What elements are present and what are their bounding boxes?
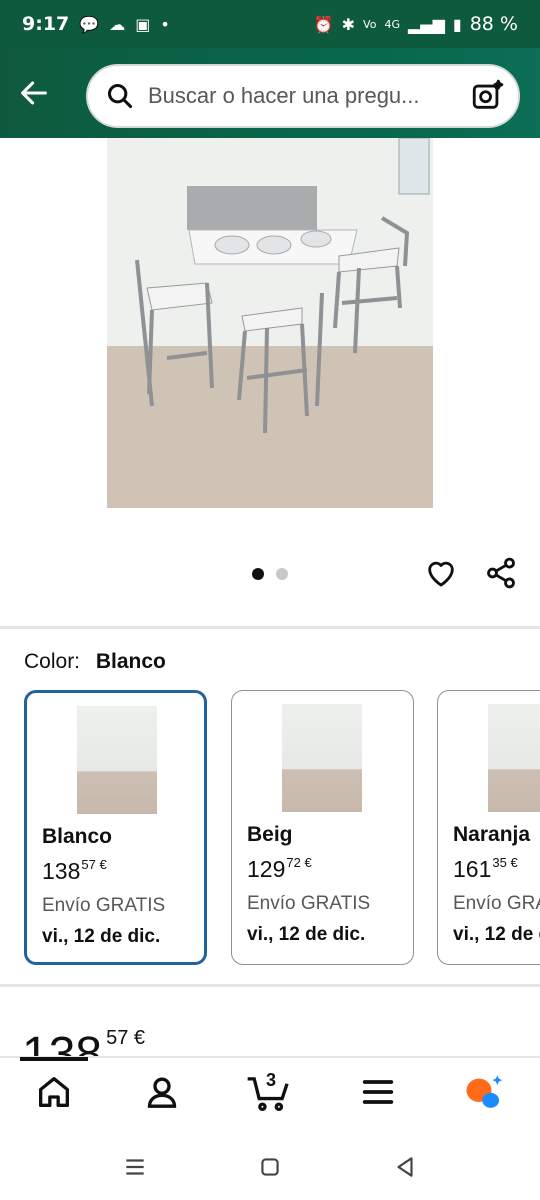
home-system-icon[interactable] bbox=[257, 1154, 283, 1180]
chat-bubble-icon: 💬 bbox=[79, 14, 100, 34]
cloud-icon: ☁ bbox=[109, 14, 126, 34]
home-icon[interactable] bbox=[34, 1072, 74, 1112]
swatch-shipping: Envío GRATIS bbox=[42, 895, 166, 916]
home-active-indicator bbox=[20, 1057, 88, 1061]
app-notification-icon: ▣ bbox=[135, 14, 151, 34]
volte-icon: Vo bbox=[363, 17, 377, 31]
status-bar: 9:17 💬 ☁ ▣ • ⏰ ✱ Vo 4G ▂▄▆ ▮ 88 % bbox=[0, 0, 540, 48]
back-system-icon[interactable] bbox=[392, 1154, 418, 1180]
swatch-shipping: Envío GRATIS bbox=[453, 893, 540, 914]
menu-icon[interactable] bbox=[358, 1072, 398, 1112]
divider bbox=[0, 626, 540, 629]
swatch-name: Naranja bbox=[453, 823, 531, 846]
swatch-name: Beig bbox=[247, 823, 293, 846]
swatch-naranja[interactable]: Naranja 16135 € Envío GRATIS vi., 12 de … bbox=[437, 690, 540, 965]
bluetooth-icon: ✱ bbox=[341, 14, 356, 34]
swatch-delivery-date: vi., 12 de dic. bbox=[42, 926, 161, 947]
swatch-blanco[interactable]: Blanco 13857 € Envío GRATIS vi., 12 de d… bbox=[24, 690, 207, 965]
account-icon[interactable] bbox=[142, 1072, 182, 1112]
system-nav bbox=[0, 1134, 540, 1200]
pager-dot[interactable] bbox=[276, 568, 288, 580]
cart-count: 3 bbox=[266, 1070, 277, 1090]
recent-apps-icon[interactable] bbox=[122, 1154, 148, 1180]
swatch-delivery-date: vi., 12 de dic. bbox=[247, 924, 366, 945]
divider bbox=[0, 984, 540, 987]
signal-icon: ▂▄▆ bbox=[407, 14, 445, 34]
back-button[interactable] bbox=[16, 76, 52, 112]
product-photo-illustration bbox=[107, 138, 433, 508]
image-pager bbox=[252, 568, 288, 580]
clock: 9:17 bbox=[22, 13, 70, 35]
swatch-thumbnail bbox=[488, 704, 540, 812]
swatch-price: 12972 € bbox=[247, 855, 312, 882]
bottom-nav: 3 bbox=[0, 1056, 540, 1134]
battery-icon: ▮ bbox=[452, 14, 462, 34]
price-fraction: 57 € bbox=[106, 1027, 146, 1049]
swatch-shipping: Envío GRATIS bbox=[247, 893, 371, 914]
color-swatches: Blanco 13857 € Envío GRATIS vi., 12 de d… bbox=[24, 690, 540, 965]
product-image[interactable] bbox=[107, 138, 433, 508]
swatch-price: 13857 € bbox=[42, 857, 107, 884]
arrow-left-icon bbox=[21, 81, 47, 105]
search-placeholder: Buscar o hacer una pregu... bbox=[148, 83, 420, 108]
battery-percent: 88 % bbox=[469, 13, 518, 35]
heart-icon[interactable] bbox=[424, 556, 458, 590]
swatch-price: 16135 € bbox=[453, 855, 518, 882]
network-type-icon: 4G bbox=[384, 17, 400, 31]
header: Buscar o hacer una pregu... bbox=[0, 48, 540, 138]
color-selected-value: Blanco bbox=[95, 650, 166, 673]
alarm-icon: ⏰ bbox=[313, 14, 334, 34]
swatch-beig[interactable]: Beig 12972 € Envío GRATIS vi., 12 de dic… bbox=[231, 690, 414, 965]
swatch-delivery-date: vi., 12 de dic. bbox=[453, 924, 540, 945]
visual-search-icon[interactable] bbox=[470, 79, 504, 113]
rufus-assistant-icon[interactable] bbox=[464, 1072, 504, 1112]
color-label: Color: Blanco bbox=[24, 650, 166, 674]
swatch-thumbnail bbox=[282, 704, 362, 812]
search-input[interactable]: Buscar o hacer una pregu... bbox=[86, 64, 520, 128]
more-notifications-icon: • bbox=[160, 14, 170, 34]
cart-button[interactable]: 3 bbox=[246, 1070, 292, 1112]
share-icon[interactable] bbox=[484, 556, 518, 590]
swatch-name: Blanco bbox=[42, 825, 113, 848]
pager-dot-active[interactable] bbox=[252, 568, 264, 580]
color-label-text: Color: bbox=[24, 650, 81, 673]
search-icon bbox=[107, 83, 133, 109]
swatch-thumbnail bbox=[77, 706, 157, 814]
